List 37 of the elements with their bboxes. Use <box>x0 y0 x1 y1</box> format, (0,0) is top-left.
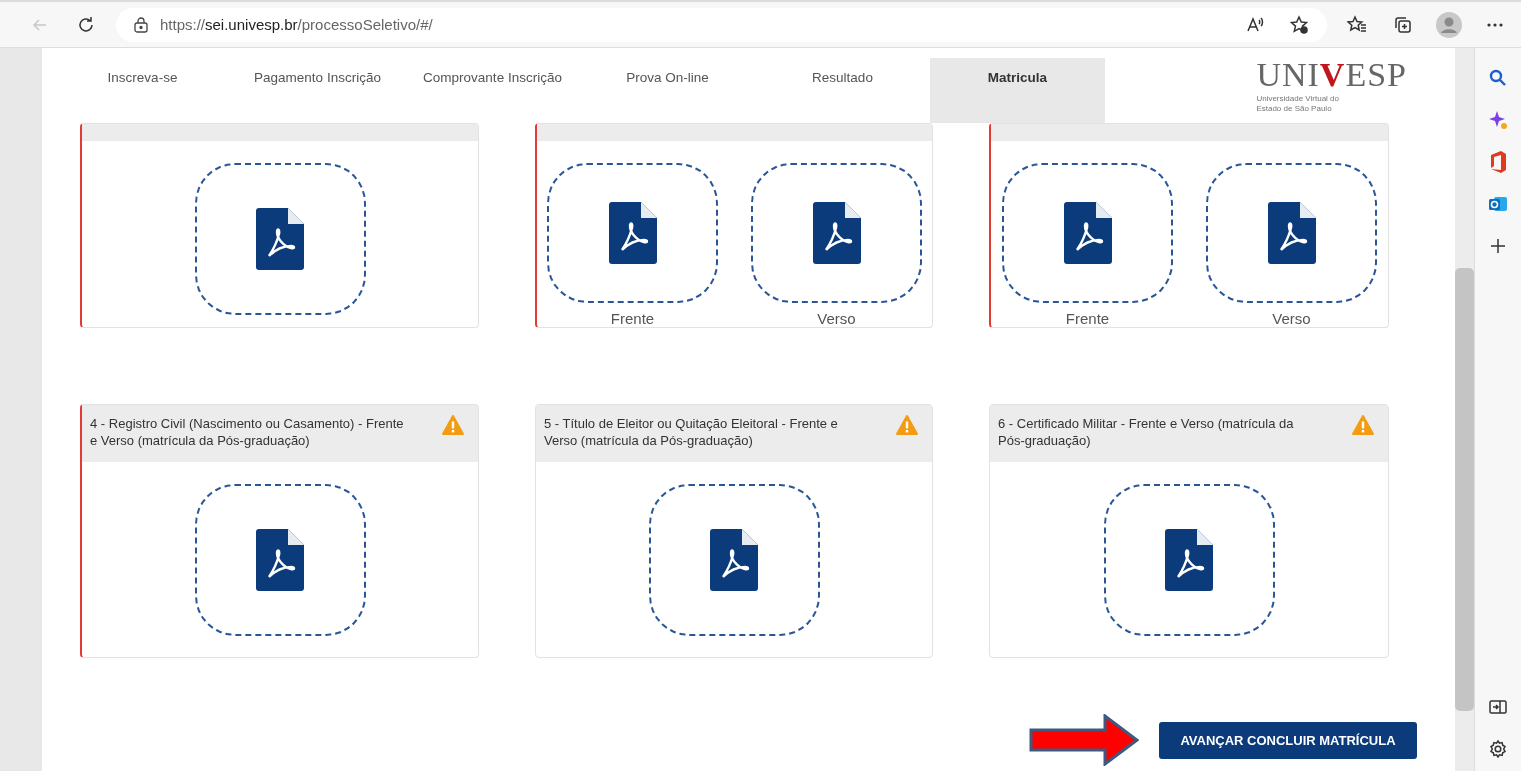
nav-tab[interactable]: Pagamento Inscrição <box>230 58 405 123</box>
upload-dropzone[interactable] <box>194 484 366 636</box>
upload-dropzone[interactable] <box>648 484 820 636</box>
side-label: Verso <box>817 310 856 327</box>
url-text: https://sei.univesp.br/processoSeletivo/#/ <box>160 16 433 33</box>
upload-dropzone[interactable] <box>547 163 718 303</box>
address-bar[interactable]: https://sei.univesp.br/processoSeletivo/#/ <box>116 7 1327 42</box>
document-title: 6 - Certificado Militar - Frente e Verso (matrícula da Pós-graduação) <box>998 415 1295 450</box>
nav-tab[interactable]: Comprovante Inscrição <box>405 58 580 123</box>
refresh-icon[interactable] <box>76 14 96 35</box>
side-label: Frente <box>1065 310 1110 327</box>
upload-dropzone[interactable] <box>751 163 922 303</box>
document-title: 5 - Título de Eleitor ou Quitação Eleitoral - Frente e Verso (matrícula da Pós-graduação) <box>544 415 839 450</box>
upload-dropzone[interactable] <box>194 163 366 315</box>
nav-tab[interactable]: Resultado <box>755 58 930 123</box>
pdf-file-icon <box>608 202 657 264</box>
pdf-file-icon <box>256 208 304 270</box>
pdf-file-icon <box>710 529 758 591</box>
side-label: Verso <box>1272 310 1311 327</box>
pdf-file-icon <box>812 202 861 264</box>
nav-tab[interactable]: Inscreva-se <box>55 58 230 123</box>
side-label: Frente <box>610 310 655 327</box>
lock-icon <box>134 16 148 33</box>
submit-button[interactable]: AVANÇAR CONCLUIR MATRÍCULA <box>1159 721 1417 759</box>
nav-tab[interactable]: Prova On-line <box>580 58 755 123</box>
arrow-icon <box>1029 714 1139 766</box>
pdf-file-icon <box>1165 529 1213 591</box>
upload-dropzone[interactable] <box>1103 484 1275 636</box>
pdf-file-icon <box>256 529 304 591</box>
nav-tab[interactable]: Matricula <box>930 58 1105 123</box>
document-title: 4 - Registro Civil (Nascimento ou Casamento) - Frente e Verso (matrícula da Pós-graduação) <box>90 415 405 450</box>
pdf-file-icon <box>1063 202 1112 264</box>
upload-dropzone[interactable] <box>1002 163 1173 303</box>
pdf-file-icon <box>1267 202 1316 264</box>
scrollbar-thumb[interactable] <box>1455 268 1474 711</box>
upload-dropzone[interactable] <box>1206 163 1377 303</box>
logo: UNIVESP Universidade Virtual do Estado de São Paulo <box>1256 57 1407 114</box>
